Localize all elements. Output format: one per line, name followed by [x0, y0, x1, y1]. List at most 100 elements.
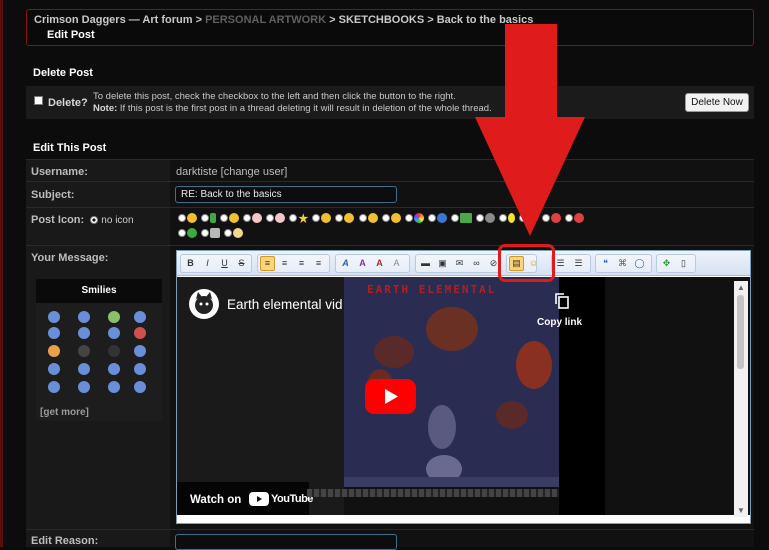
icon-radio[interactable]: [201, 229, 210, 238]
edit-reason-input[interactable]: [175, 534, 397, 550]
icon-radio[interactable]: [289, 214, 298, 223]
scroll-down-icon[interactable]: ▼: [737, 506, 745, 515]
delete-instruction-line2: Note: If this post is the first post in …: [93, 103, 492, 115]
no-icon-radio[interactable]: [90, 216, 99, 225]
smiley-icon[interactable]: [48, 327, 60, 339]
horizontal-rule-icon[interactable]: ▬: [418, 256, 433, 271]
delete-heading: Delete Post: [33, 67, 93, 79]
icon-radio[interactable]: [243, 214, 252, 223]
scrollbar-thumb[interactable]: [737, 295, 744, 369]
watch-on-youtube-button[interactable]: Watch on YouTube: [177, 482, 313, 515]
align-justify-button[interactable]: ≡: [311, 256, 326, 271]
smiley-icon[interactable]: [108, 345, 120, 357]
remove-format-button[interactable]: A: [389, 256, 404, 271]
breadcrumb-forum-link[interactable]: Crimson Daggers — Art forum: [34, 14, 193, 26]
bold-button[interactable]: B: [183, 256, 198, 271]
align-right-button[interactable]: ≡: [294, 256, 309, 271]
quote-icon[interactable]: ❝: [598, 256, 613, 271]
smiley-icon[interactable]: [108, 327, 120, 339]
change-user-link[interactable]: [change user]: [221, 166, 288, 178]
video-title[interactable]: Earth elemental vid: [227, 297, 343, 312]
breadcrumb-subsection-link[interactable]: SKETCHBOOKS: [339, 14, 425, 26]
message-editor[interactable]: B I U S ≡ ≡ ≡ ≡ A A A A ▬ ▣ ✉ ∞ ⊘ ▤ ☺ ☰ …: [176, 250, 751, 524]
speech-bubble-icon[interactable]: ◯: [632, 256, 647, 271]
smiley-icon[interactable]: [78, 327, 90, 339]
smiley-icon[interactable]: [48, 345, 60, 357]
align-center-button[interactable]: ≡: [277, 256, 292, 271]
smiley-icon[interactable]: [48, 381, 60, 393]
underline-button[interactable]: U: [217, 256, 232, 271]
delete-note-text: If this post is the first post in a thre…: [117, 103, 492, 114]
bug-icon: [187, 228, 197, 239]
smiley-icon[interactable]: [48, 311, 60, 323]
icon-radio[interactable]: [312, 214, 321, 223]
size-button[interactable]: A: [355, 256, 370, 271]
thumbs-up-icon: [252, 213, 263, 224]
icon-radio[interactable]: [266, 214, 275, 223]
smiley-icon[interactable]: [134, 363, 146, 375]
neutral-icon: [367, 213, 378, 224]
delete-checkbox[interactable]: [34, 96, 43, 105]
edit-reason-label: Edit Reason:: [31, 535, 99, 547]
smiley-icon[interactable]: [108, 381, 120, 393]
breadcrumb-section-link[interactable]: PERSONAL ARTWORK: [205, 14, 326, 26]
video-frame-title: EARTH ELEMENTAL: [367, 283, 497, 296]
editor-scrollbar[interactable]: ▲ ▼: [734, 281, 748, 517]
smiley-icon[interactable]: [78, 311, 90, 323]
icon-radio[interactable]: [404, 214, 413, 223]
icon-radio[interactable]: [178, 229, 186, 238]
smiley-icon[interactable]: [78, 345, 90, 357]
insert-link-icon[interactable]: ∞: [469, 256, 484, 271]
grin-icon: [321, 213, 332, 224]
username-value: darktiste: [176, 166, 218, 178]
smiley-icon[interactable]: [108, 311, 120, 323]
smiley-icon[interactable]: [108, 363, 120, 375]
question-icon: [436, 213, 447, 224]
smiley-icon[interactable]: [78, 381, 90, 393]
annotation-arrow-icon: [475, 24, 585, 236]
smiley-icon[interactable]: [134, 345, 146, 357]
italic-button[interactable]: I: [200, 256, 215, 271]
copy-link-icon[interactable]: [555, 293, 569, 309]
icon-radio[interactable]: [358, 214, 367, 223]
subject-input[interactable]: RE: Back to the basics: [175, 186, 397, 203]
icon-radio[interactable]: [220, 214, 229, 223]
smiley-icon[interactable]: [78, 363, 90, 375]
get-more-smilies-link[interactable]: [get more]: [40, 407, 89, 418]
numbered-list-icon[interactable]: ☰: [571, 256, 586, 271]
smiley-icon[interactable]: [134, 327, 146, 339]
align-left-button[interactable]: ≡: [260, 256, 275, 271]
delete-now-button[interactable]: Delete Now: [685, 93, 749, 112]
bullet-list-icon[interactable]: ☰: [553, 256, 568, 271]
bottle-icon: [210, 213, 217, 224]
font-button[interactable]: A: [338, 256, 353, 271]
icon-radio[interactable]: [381, 214, 390, 223]
icon-radio[interactable]: [427, 214, 436, 223]
icon-radio[interactable]: [201, 214, 210, 223]
icon-radio[interactable]: [450, 214, 459, 223]
delete-label: Delete?: [48, 97, 88, 109]
code-icon[interactable]: ⌘: [615, 256, 630, 271]
icon-radio[interactable]: [178, 214, 186, 223]
smiley-icon[interactable]: [134, 311, 146, 323]
icon-radio[interactable]: [224, 229, 233, 238]
smiley-icon[interactable]: [134, 381, 146, 393]
post-icon-label: Post Icon: no icon: [31, 214, 134, 226]
strike-button[interactable]: S: [234, 256, 249, 271]
cool-icon: [344, 213, 355, 224]
copy-link-label[interactable]: Copy link: [537, 317, 582, 328]
source-mode-icon[interactable]: ▯: [676, 256, 691, 271]
channel-avatar-icon[interactable]: [189, 289, 219, 319]
smiley-icon[interactable]: [48, 363, 60, 375]
insert-image-icon[interactable]: ▣: [435, 256, 450, 271]
insert-email-icon[interactable]: ✉: [452, 256, 467, 271]
breadcrumb: Crimson Daggers — Art forum > PERSONAL A…: [34, 14, 746, 26]
icon-radio[interactable]: [335, 214, 344, 223]
scroll-up-icon[interactable]: ▲: [737, 283, 745, 292]
expand-icon[interactable]: ✥: [659, 256, 674, 271]
subject-label: Subject:: [31, 189, 75, 201]
play-button[interactable]: [365, 379, 416, 414]
embedded-video[interactable]: EARTH ELEMENTAL Earth elemental vid Copy…: [177, 277, 750, 515]
thumbs-down-icon: [275, 213, 286, 224]
color-button[interactable]: A: [372, 256, 387, 271]
